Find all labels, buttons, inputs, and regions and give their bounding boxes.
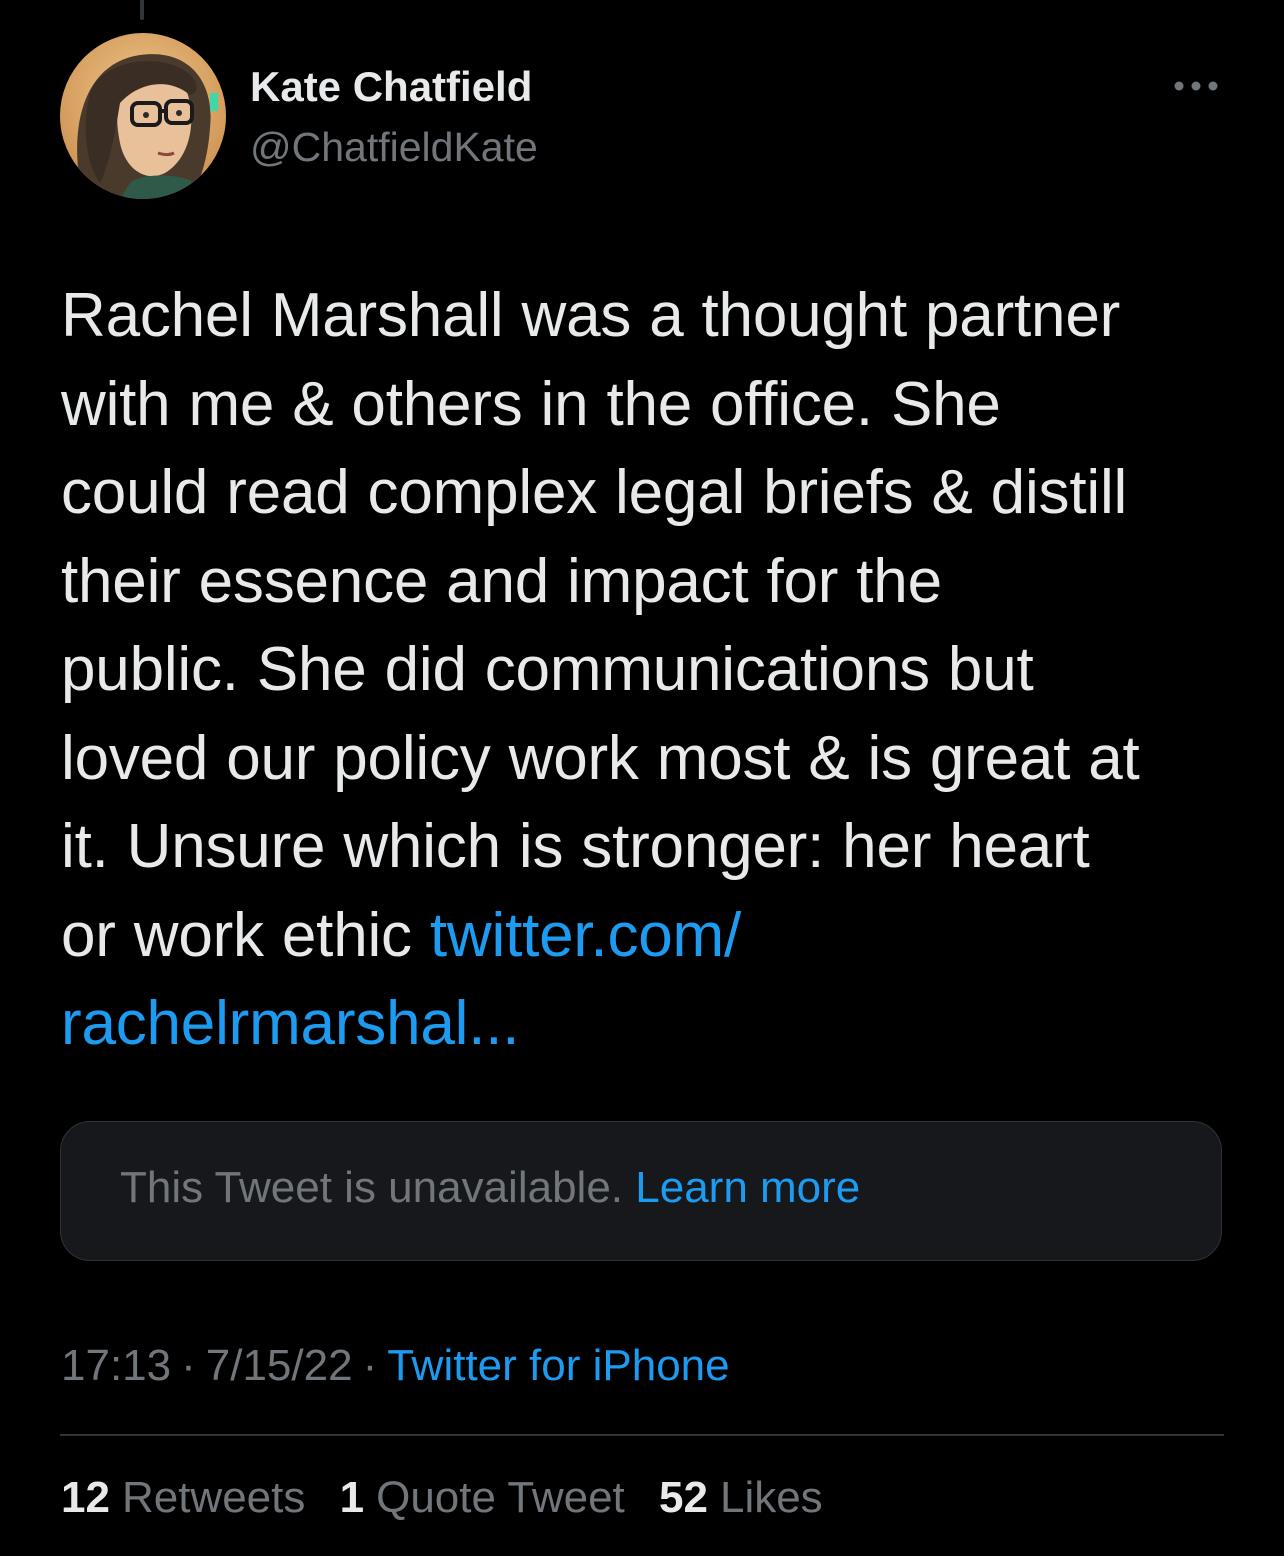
unavailable-message: This Tweet is unavailable. Learn more xyxy=(120,1160,860,1216)
tweet-link-part2[interactable]: rachelrmarshal... xyxy=(61,989,520,1058)
avatar-illustration xyxy=(60,33,226,199)
quoted-tweet-card[interactable]: This Tweet is unavailable. Learn more xyxy=(60,1121,1222,1261)
quote-tweets-label: Quote Tweet xyxy=(376,1473,625,1522)
tweet-text-line: it. Unsure which is stronger: her heart xyxy=(61,812,1090,881)
meta-separator: · xyxy=(362,1341,378,1390)
tweet-text-line: public. She did communications but xyxy=(61,635,1034,704)
tweet-text-line: could read complex legal briefs & distil… xyxy=(61,458,1128,527)
tweet-source-link[interactable]: Twitter for iPhone xyxy=(387,1341,729,1390)
author-handle[interactable]: @ChatfieldKate xyxy=(250,120,538,174)
tweet-metadata: 17:13 · 7/15/22 · Twitter for iPhone xyxy=(61,1336,730,1396)
thread-connector-line xyxy=(140,0,144,20)
author-name[interactable]: Kate Chatfield xyxy=(250,60,532,114)
stats-divider xyxy=(60,1434,1224,1436)
tweet-body: Rachel Marshall was a thought partner wi… xyxy=(61,272,1231,1069)
unavailable-text: This Tweet is unavailable. xyxy=(120,1163,624,1212)
author-avatar[interactable] xyxy=(60,33,226,199)
retweets-label: Retweets xyxy=(121,1473,306,1522)
learn-more-link[interactable]: Learn more xyxy=(635,1163,860,1212)
tweet-text-fragment: or work ethic xyxy=(61,900,412,970)
likes-stat[interactable]: 52 Likes xyxy=(659,1473,823,1522)
engagement-stats: 12 Retweets 1 Quote Tweet 52 Likes xyxy=(61,1468,845,1528)
likes-count: 52 xyxy=(659,1473,708,1522)
likes-label: Likes xyxy=(719,1473,823,1522)
retweets-count: 12 xyxy=(61,1473,110,1522)
tweet-date[interactable]: 7/15/22 xyxy=(206,1341,353,1390)
quote-tweets-stat[interactable]: 1 Quote Tweet xyxy=(340,1473,625,1522)
meta-separator: · xyxy=(181,1341,196,1390)
quote-tweets-count: 1 xyxy=(339,1473,365,1522)
more-horizontal-icon xyxy=(1174,81,1218,91)
tweet-text-line: with me & others in the office. She xyxy=(61,369,1001,439)
more-options-button[interactable] xyxy=(1168,64,1224,108)
retweets-stat[interactable]: 12 Retweets xyxy=(61,1473,305,1522)
tweet-text-line: their essence and impact for the xyxy=(61,546,942,616)
tweet-text-line: rachelrmarshal... xyxy=(61,980,1231,1069)
tweet-text-line: or work ethic twitter.com/ xyxy=(61,892,1231,981)
tweet-text-line: loved our policy work most & is great at xyxy=(61,723,1140,793)
tweet-link-part1[interactable]: twitter.com/ xyxy=(430,901,741,970)
tweet-text-line: Rachel Marshall was a thought partner xyxy=(61,281,1121,350)
tweet-time[interactable]: 17:13 xyxy=(61,1341,171,1390)
